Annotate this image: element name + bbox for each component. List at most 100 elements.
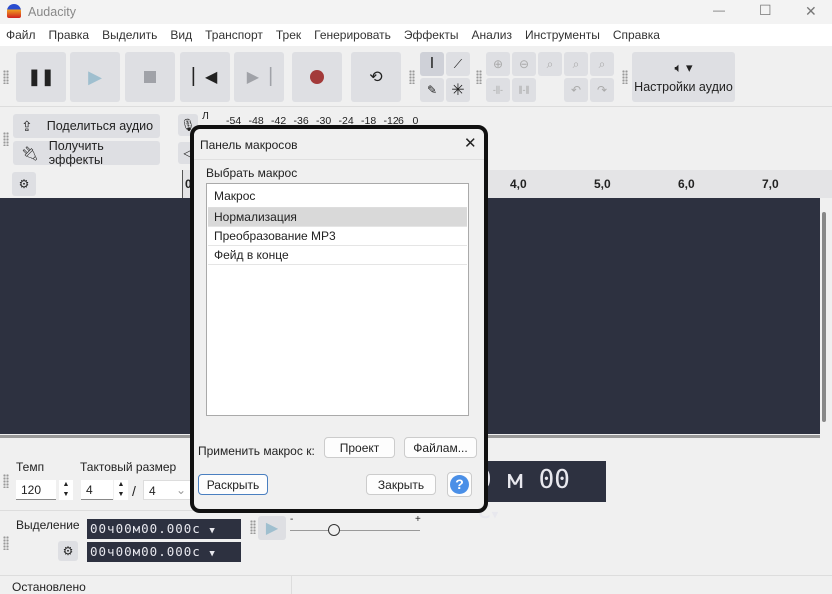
zoom-selection-icon: ⌕ [546,56,554,71]
zoom-in-icon: ⊕ [492,57,504,71]
status-text: Остановлено [12,580,86,594]
pause-icon: ❚❚ [27,69,55,86]
play-button[interactable]: ▶ [70,52,120,102]
dropdown-arrow-icon: ▼ [209,549,216,559]
menu-select[interactable]: Выделить [102,28,164,42]
toolbar-grip[interactable] [476,70,482,84]
tempo-stepper[interactable]: ▲ ▼ [59,480,73,500]
dialog-close-icon[interactable]: ✕ [464,134,477,152]
zoom-out-button[interactable]: ⊖ [512,52,536,76]
minimize-button[interactable]: — [713,3,725,17]
selection-end-value: 00ч00м00.000с [90,544,201,559]
pencil-icon: ✎ [426,83,438,97]
tempo-label: Темп [16,460,45,474]
envelope-tool[interactable]: ⟋ [446,52,470,76]
loop-button[interactable]: ⟲ [351,52,401,102]
time-signature-label: Тактовый размер [80,460,177,474]
toolbar-grip[interactable] [250,520,256,534]
menu-track[interactable]: Трек [276,28,308,42]
menu-tools[interactable]: Инструменты [525,28,607,42]
draw-tool[interactable]: ✎ [420,78,444,102]
apply-files-button[interactable]: Файлам... [404,437,477,458]
maximize-button[interactable]: ☐ [759,2,772,19]
list-item[interactable]: Фейд в конце [208,246,467,265]
get-effects-button[interactable]: 🔌︎ Получить эффекты [13,139,160,167]
silence-button[interactable]: ⫼-⫼ [512,78,536,102]
close-window-button[interactable]: ✕ [805,3,817,20]
zoom-toggle-icon: ⌕ [598,56,606,71]
zoom-toggle-button[interactable]: ⌕ [590,52,614,76]
toolbar-grip[interactable] [622,70,628,84]
time-sig-numerator-input[interactable]: 4 [81,480,113,500]
menu-file[interactable]: Файл [6,28,43,42]
help-icon: ? [450,475,469,494]
menu-analyze[interactable]: Анализ [471,28,519,42]
pause-button[interactable]: ❚❚ [16,52,66,102]
vertical-scrollbar[interactable] [820,198,832,434]
tempo-input[interactable]: 120 [16,480,56,500]
selection-start-time[interactable]: 00ч00м00.000с ▼ [87,519,241,539]
list-header-macro[interactable]: Макрос [208,184,467,208]
help-button[interactable]: ? [447,472,472,497]
skip-end-button[interactable]: ▶▕ [234,52,284,102]
undo-button[interactable]: ↶ [564,78,588,102]
speed-slider-thumb[interactable] [328,524,340,536]
fit-project-button[interactable]: ⌕ [564,52,588,76]
selection-end-time[interactable]: 00ч00м00.000с ▼ [87,542,241,562]
stop-button[interactable] [125,52,175,102]
title-bar: Audacity — ☐ ✕ [0,0,832,24]
share-audio-button[interactable]: ⇪ Поделиться аудио [13,114,160,138]
numerator-stepper[interactable]: ▲ ▼ [114,480,128,500]
menu-generate[interactable]: Генерировать [314,28,398,42]
expand-button[interactable]: Раскрыть [198,474,268,495]
time-sig-denominator-select[interactable]: 4 ⌄ [143,480,191,500]
choose-macro-group-label: Выбрать макрос [206,166,298,180]
list-item[interactable]: Преобразование MP3 [208,227,467,246]
zoom-in-button[interactable]: ⊕ [486,52,510,76]
get-effects-label: Получить эффекты [48,139,104,167]
play-at-speed-button[interactable]: ▶ [258,516,286,540]
apply-macro-label: Применить макрос к: [198,444,315,458]
gear-icon: ⚙ [18,177,30,191]
multi-tool[interactable]: ✳ [446,78,470,102]
toolbar-grip[interactable] [3,70,9,84]
speed-minus-label: - [290,514,294,525]
dialog-title: Панель макросов [200,138,298,152]
silence-icon: ⫼-⫼ [518,84,530,95]
trim-button[interactable]: -⫼- [486,78,510,102]
timeline-settings-button[interactable]: ⚙ [12,172,36,196]
playback-speed-slider[interactable] [290,530,420,531]
time-display[interactable]: 0 м 00 с▼ [470,461,606,525]
stop-icon [144,71,156,83]
macro-list[interactable]: Макрос Нормализация Преобразование MP3 Ф… [206,183,469,416]
menu-view[interactable]: Вид [170,28,199,42]
toolbar-grip[interactable] [409,70,415,84]
menu-effects[interactable]: Эффекты [404,28,466,42]
selection-settings-button[interactable]: ⚙ [58,541,78,561]
skip-start-button[interactable]: ▏◀ [180,52,230,102]
selection-tool[interactable]: I [420,52,444,76]
speaker-dropdown-icon: 🔈︎ ▾ [674,60,693,75]
menu-help[interactable]: Справка [613,28,667,42]
toolbar-grip[interactable] [3,536,9,550]
trim-icon: -⫼- [492,84,504,95]
toolbar-grip[interactable] [3,132,9,146]
ruler-tick: 6,0 [678,177,695,191]
toolbar-grip[interactable] [3,474,9,488]
record-icon [310,70,324,84]
record-button[interactable] [292,52,342,102]
divider [0,106,832,107]
ruler-tick: 4,0 [510,177,527,191]
audio-settings-button[interactable]: 🔈︎ ▾ Настройки аудио [632,52,735,102]
list-item[interactable]: Нормализация [208,208,467,227]
menu-transport[interactable]: Транспорт [205,28,270,42]
play-icon: ▶ [265,520,279,537]
apply-project-button[interactable]: Проект [324,437,395,458]
time-display-value: 0 м 00 с [476,465,570,525]
fit-selection-button[interactable]: ⌕ [538,52,562,76]
menu-edit[interactable]: Правка [49,28,97,42]
close-button[interactable]: Закрыть [366,474,436,495]
window-title: Audacity [28,5,76,19]
macros-dialog: Панель макросов ✕ Выбрать макрос Макрос … [190,125,488,513]
redo-button[interactable]: ↷ [590,78,614,102]
